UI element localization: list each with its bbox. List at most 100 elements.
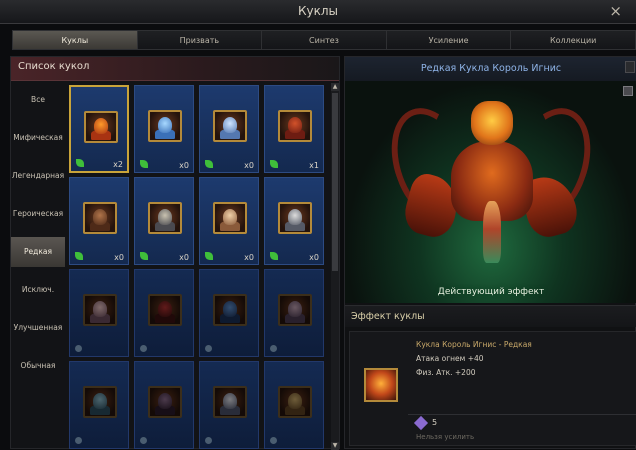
category-item-4[interactable]: Редкая: [11, 237, 65, 267]
golden-knight-doll-icon: [278, 386, 312, 418]
girl-doll-icon: [83, 294, 117, 326]
doll-slot-7[interactable]: x0: [264, 177, 324, 265]
window-titlebar: Куклы ×: [0, 0, 636, 24]
category-list: Все Мифическая Легендарная Героическая Редка…: [11, 85, 67, 389]
doll-slot-11[interactable]: [264, 269, 324, 357]
dark-warrior-doll-icon: [148, 294, 182, 326]
gem-icon: [413, 415, 429, 431]
effect-header: Эффект куклы: [345, 305, 636, 327]
gray-knight-doll-icon: [278, 294, 312, 326]
doll-face: [288, 393, 302, 409]
locked-icon: [270, 345, 277, 352]
doll-grid: x2 x0 x0 x1 x0 x0 x0 x0: [69, 85, 331, 450]
doll-face: [223, 117, 237, 133]
doll-detail-title: Редкая Кукла Король Игнис: [345, 57, 636, 81]
leaf-icon: [205, 160, 213, 168]
tab-3[interactable]: Усиление: [386, 30, 512, 50]
doll-slot-3[interactable]: x1: [264, 85, 324, 173]
doll-slot-14[interactable]: [199, 361, 259, 449]
hooded-mage-doll-icon: [213, 386, 247, 418]
doll-detail-panel: Редкая Кукла Король Игнис Действующий эф…: [344, 56, 636, 449]
doll-face: [158, 209, 172, 225]
doll-slot-13[interactable]: [134, 361, 194, 449]
doll-slot-8[interactable]: [69, 269, 129, 357]
doll-face: [288, 209, 302, 225]
doll-slot-5[interactable]: x0: [134, 177, 194, 265]
tab-1[interactable]: Призвать: [137, 30, 263, 50]
fire-demon-doll-icon: [84, 111, 118, 143]
close-icon[interactable]: ×: [609, 2, 622, 20]
tab-4[interactable]: Коллекции: [511, 30, 636, 50]
priestess-doll-icon: [213, 202, 247, 234]
locked-icon: [140, 345, 147, 352]
locked-icon: [75, 437, 82, 444]
scroll-thumb[interactable]: [332, 93, 338, 271]
doll-slot-12[interactable]: [69, 361, 129, 449]
ice-knight-doll-icon: [213, 110, 247, 142]
locked-icon: [205, 345, 212, 352]
doll-slot-9[interactable]: [134, 269, 194, 357]
locked-icon: [140, 437, 147, 444]
gem-count: 5: [432, 418, 438, 427]
doll-face: [288, 301, 302, 317]
doll-slot-6[interactable]: x0: [199, 177, 259, 265]
doll-face: [223, 393, 237, 409]
leaf-icon: [140, 252, 148, 260]
doll-slot-0[interactable]: x2: [69, 85, 129, 173]
doll-count: x2: [113, 160, 123, 169]
doll-face: [288, 117, 302, 133]
locked-icon: [205, 437, 212, 444]
red-warrior-doll-icon: [278, 110, 312, 142]
doll-preview: Действующий эффект: [345, 81, 636, 303]
doll-slot-2[interactable]: x0: [199, 85, 259, 173]
doll-grid-scrollbar[interactable]: ▲ ▼: [331, 83, 339, 450]
leaf-icon: [205, 252, 213, 260]
tab-2[interactable]: Синтез: [262, 30, 387, 50]
category-item-0[interactable]: Все: [11, 85, 65, 115]
leaf-icon: [270, 160, 278, 168]
expand-icon[interactable]: [623, 86, 633, 96]
ice-spirit-doll-icon: [148, 110, 182, 142]
tab-0[interactable]: Куклы: [12, 30, 138, 50]
locked-icon: [270, 437, 277, 444]
leaf-icon: [270, 252, 278, 260]
doll-list-title: Список кукол: [18, 61, 90, 72]
doll-count: x0: [179, 253, 189, 262]
effect-box: Кукла Король Игнис - Редкая Атака огнем …: [349, 331, 636, 446]
doll-count: x0: [244, 161, 254, 170]
doll-slot-10[interactable]: [199, 269, 259, 357]
effect-stat-fire-attack: Атака огнем +40: [416, 354, 484, 363]
doll-slot-15[interactable]: [264, 361, 324, 449]
leaf-icon: [75, 252, 83, 260]
doll-face: [93, 209, 107, 225]
demon-head: [471, 101, 513, 145]
fire-demon-doll-icon: [364, 368, 398, 402]
doll-list-header: Список кукол: [11, 57, 339, 81]
category-item-6[interactable]: Улучшенная: [11, 313, 65, 343]
doll-count: x0: [179, 161, 189, 170]
player-character: [483, 201, 501, 263]
leaf-icon: [76, 159, 84, 167]
doll-face: [93, 393, 107, 409]
doll-count: x1: [309, 161, 319, 170]
window-title: Куклы: [297, 4, 338, 18]
info-icon[interactable]: [625, 61, 635, 73]
silver-knight-doll-icon: [278, 202, 312, 234]
doll-count: x0: [244, 253, 254, 262]
category-item-7[interactable]: Обычная: [11, 351, 65, 381]
divider: [408, 414, 636, 415]
category-item-2[interactable]: Легендарная: [11, 161, 65, 191]
doll-slot-4[interactable]: x0: [69, 177, 129, 265]
category-item-5[interactable]: Исключ.: [11, 275, 65, 305]
doll-slot-1[interactable]: x0: [134, 85, 194, 173]
doll-count: x0: [114, 253, 124, 262]
category-item-3[interactable]: Героическая: [11, 199, 65, 229]
category-item-1[interactable]: Мифическая: [11, 123, 65, 153]
scroll-up-icon[interactable]: ▲: [331, 83, 339, 91]
armored-knight-doll-icon: [148, 202, 182, 234]
leaf-icon: [140, 160, 148, 168]
effect-header-title: Эффект куклы: [351, 311, 425, 322]
doll-face: [93, 301, 107, 317]
locked-icon: [75, 345, 82, 352]
doll-list-panel: Список кукол Все Мифическая Легендарная Гер…: [10, 56, 340, 450]
